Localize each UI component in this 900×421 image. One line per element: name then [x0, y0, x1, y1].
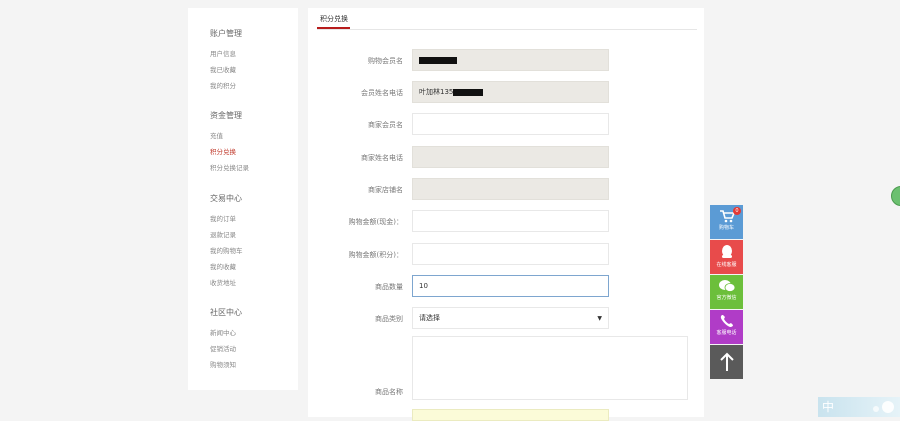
cart-count-badge: 0	[733, 207, 741, 215]
wechat-icon	[718, 280, 735, 292]
member-phone-field: 叶加林135	[412, 81, 609, 103]
section-title-account: 账户管理	[210, 29, 242, 38]
qq-penguin-icon	[721, 245, 732, 258]
account-sidebar: 账户管理 用户信息 我已收藏 我的积分 资金管理 充值 积分兑换 积分兑换记录 …	[188, 8, 298, 390]
section-title-trade: 交易中心	[210, 194, 242, 203]
member-phone-label: 会员姓名电话	[361, 89, 403, 97]
tab-divider	[317, 29, 697, 30]
sidebar-item-recharge[interactable]: 充值	[210, 130, 223, 140]
sidebar-item-user-info[interactable]: 用户信息	[210, 48, 236, 58]
member-name-label: 购物会员名	[368, 57, 403, 65]
category-label: 商品类别	[375, 315, 403, 323]
phone-icon	[720, 315, 733, 327]
product-name-textarea[interactable]	[412, 336, 688, 400]
float-wechat-button[interactable]: 官方微信	[710, 275, 743, 309]
sidebar-item-news[interactable]: 新闻中心	[210, 327, 236, 337]
points-exchange-panel: 积分兑换 购物会员名 会员姓名电话 叶加林135 商家会员名 商家姓名电话 商家…	[308, 8, 704, 421]
arrow-up-icon	[719, 352, 734, 371]
wechat-label: 官方微信	[716, 295, 737, 301]
sidebar-item-collection[interactable]: 我的收藏	[210, 261, 236, 271]
section-title-funds: 资金管理	[210, 111, 242, 120]
sidebar-item-address[interactable]: 收货地址	[210, 277, 236, 287]
highlighted-field[interactable]	[412, 409, 609, 421]
points-amount-input[interactable]	[412, 243, 609, 265]
category-select[interactable]: 请选择 ▼	[412, 307, 609, 329]
float-phone-button[interactable]: 客服电话	[710, 310, 743, 344]
sidebar-item-promotions[interactable]: 促销活动	[210, 343, 236, 353]
sidebar-item-my-points[interactable]: 我的积分	[210, 80, 236, 90]
corner-widget-text: 中	[822, 400, 835, 414]
sidebar-item-exchange-records[interactable]: 积分兑换记录	[210, 162, 249, 172]
phone-label: 客服电话	[716, 330, 737, 336]
merchant-member-label: 商家会员名	[368, 121, 403, 129]
quantity-input[interactable]: 10	[412, 275, 609, 297]
section-title-community: 社区中心	[210, 308, 242, 317]
sidebar-item-points-exchange[interactable]: 积分兑换	[210, 146, 236, 156]
category-selected-value: 请选择	[419, 314, 440, 322]
redacted-text	[453, 88, 484, 96]
edge-circle-widget[interactable]	[891, 186, 900, 206]
sidebar-item-favorites[interactable]: 我已收藏	[210, 64, 236, 74]
member-name-field	[412, 49, 609, 71]
sidebar-item-shopping-guide[interactable]: 购物须知	[210, 359, 236, 369]
merchant-member-input[interactable]	[412, 113, 609, 135]
float-cart-button[interactable]: 0 购物车	[710, 205, 743, 239]
points-amount-label: 购物金额(积分)：	[348, 251, 403, 259]
corner-widget[interactable]: 中	[818, 397, 900, 417]
product-name-label: 商品名称	[375, 388, 403, 396]
sidebar-item-refunds[interactable]: 退款记录	[210, 229, 236, 239]
dropdown-arrow-icon: ▼	[597, 314, 602, 322]
sidebar-item-cart[interactable]: 我的购物车	[210, 245, 243, 255]
quantity-label: 商品数量	[375, 283, 403, 291]
cart-label: 购物车	[718, 225, 734, 231]
quantity-value: 10	[419, 282, 428, 290]
merchant-shop-label: 商家店铺名	[368, 186, 403, 194]
float-chat-button[interactable]: 在线客服	[710, 240, 743, 274]
merchant-shop-field	[412, 178, 609, 200]
back-to-top-button[interactable]	[710, 345, 743, 379]
member-phone-prefix: 叶加林135	[419, 88, 454, 96]
flower-decoration-icon	[873, 401, 894, 413]
cash-amount-input[interactable]	[412, 210, 609, 232]
merchant-phone-label: 商家姓名电话	[361, 154, 403, 162]
merchant-phone-field	[412, 146, 609, 168]
cash-amount-label: 购物金额(现金)：	[348, 218, 403, 226]
tab-points-exchange[interactable]: 积分兑换	[318, 14, 350, 24]
sidebar-item-orders[interactable]: 我的订单	[210, 213, 236, 223]
chat-label: 在线客服	[716, 262, 737, 268]
redacted-text	[419, 56, 457, 64]
